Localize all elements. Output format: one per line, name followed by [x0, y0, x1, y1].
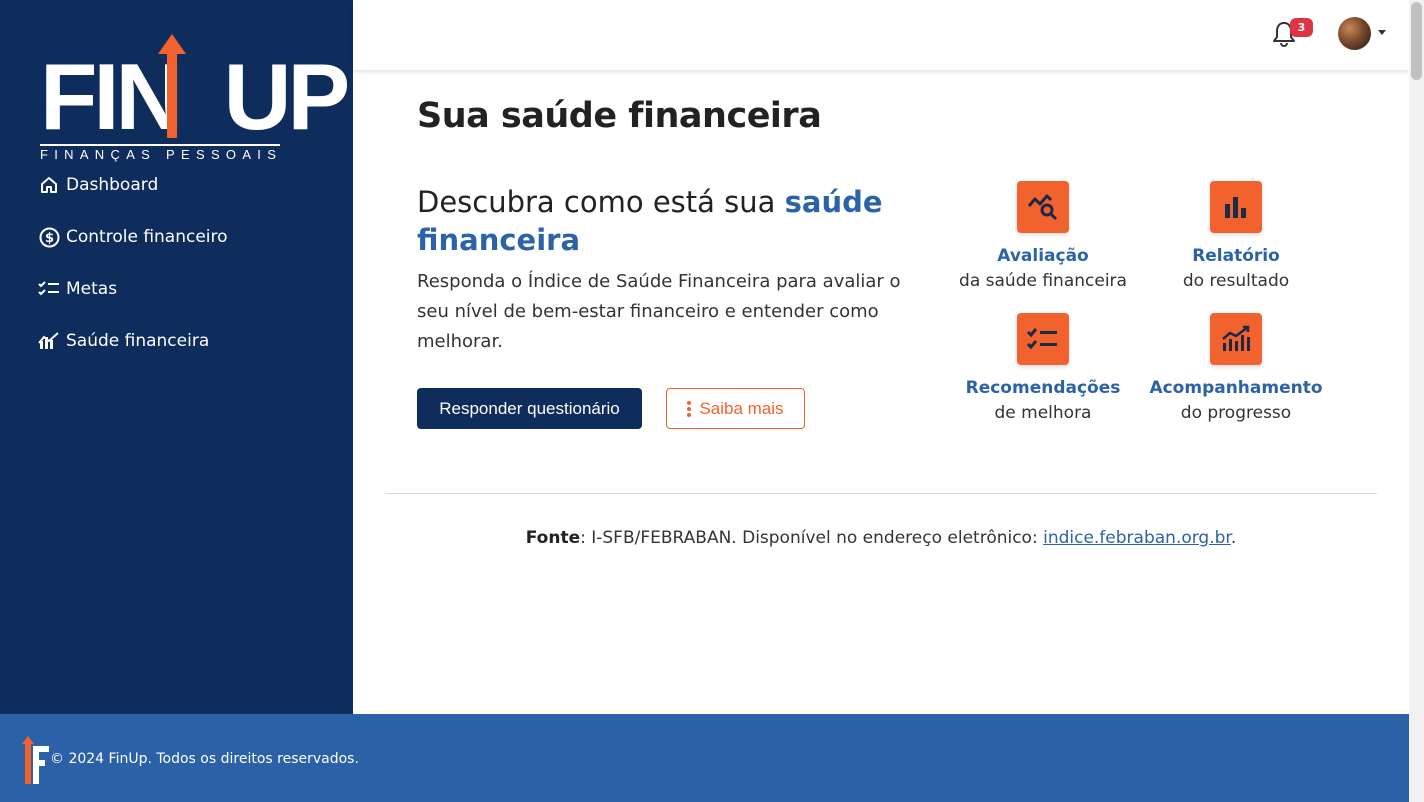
home-icon: [38, 174, 60, 196]
svg-text:$: $: [44, 231, 53, 246]
scrollbar[interactable]: [1409, 0, 1424, 802]
copyright-text: © 2024 FinUp. Todos os direitos reservad…: [50, 751, 359, 767]
chart-search-icon: [1017, 181, 1069, 233]
sidebar-item-label: Metas: [66, 279, 118, 299]
checklist-icon: [38, 278, 60, 300]
feature-subtitle: de melhora: [994, 403, 1092, 423]
learn-more-label: Saiba mais: [699, 398, 784, 418]
top-bar: 3: [353, 0, 1409, 70]
avatar[interactable]: [1338, 17, 1371, 50]
logo-arrow-icon: [158, 34, 186, 138]
notification-badge: 3: [1290, 18, 1313, 37]
sidebar-item-controle-financeiro[interactable]: $ Controle financeiro: [38, 222, 228, 252]
sidebar-item-label: Dashboard: [66, 175, 159, 195]
page-title: Sua saúde financeira: [417, 96, 822, 136]
feature-title: Acompanhamento: [1149, 378, 1323, 398]
source-link[interactable]: indice.febraban.org.br: [1043, 528, 1231, 548]
sidebar-nav: Dashboard $ Controle financeiro Metas Sa…: [38, 170, 228, 378]
feature-title: Avaliação: [997, 246, 1089, 266]
source-text: : I-SFB/FEBRABAN. Disponível no endereço…: [580, 528, 1044, 548]
sidebar-item-saude-financeira[interactable]: Saúde financeira: [38, 326, 228, 356]
sidebar: FIN UP FINANÇAS PESSOAIS Dashboard $ Con…: [0, 0, 353, 714]
checklist-icon: [1017, 313, 1069, 365]
health-chart-icon: [38, 330, 60, 352]
sidebar-item-label: Controle financeiro: [66, 227, 228, 247]
feature-subtitle: da saúde financeira: [959, 271, 1127, 291]
section-divider: [385, 493, 1377, 494]
learn-more-button[interactable]: Saiba mais: [666, 388, 805, 429]
source-label: Fonte: [525, 528, 581, 548]
feature-subtitle: do resultado: [1182, 271, 1290, 291]
answer-questionnaire-button[interactable]: Responder questionário: [417, 388, 642, 429]
finup-mini-logo-icon: [22, 736, 49, 784]
scrollbar-thumb[interactable]: [1411, 2, 1422, 80]
chevron-down-icon[interactable]: [1378, 30, 1386, 35]
feature-relatorio: Relatório do resultado: [1136, 181, 1336, 295]
description: Responda o Índice de Saúde Financeira pa…: [417, 271, 901, 352]
finup-logo[interactable]: FIN UP FINANÇAS PESSOAIS: [38, 32, 350, 162]
dollar-circle-icon: $: [38, 226, 60, 248]
sidebar-item-metas[interactable]: Metas: [38, 274, 228, 304]
bar-chart-icon: [1210, 181, 1262, 233]
sidebar-item-dashboard[interactable]: Dashboard: [38, 170, 228, 200]
source-end: .: [1230, 528, 1237, 548]
headline: Descubra como está sua saúde financeira: [417, 183, 917, 259]
feature-acompanhamento: Acompanhamento do progresso: [1136, 313, 1336, 427]
headline-prefix: Descubra como está sua: [417, 185, 785, 219]
source-note: Fonte: I-SFB/FEBRABAN. Disponível no end…: [385, 528, 1377, 548]
feature-subtitle: do progresso: [1180, 403, 1292, 423]
feature-title: Relatório: [1192, 246, 1280, 266]
footer: © 2024 FinUp. Todos os direitos reservad…: [0, 714, 1409, 802]
more-vertical-icon: [687, 400, 692, 417]
growth-chart-icon: [1210, 313, 1262, 365]
feature-avaliacao: Avaliação da saúde financeira: [943, 181, 1143, 295]
logo-tagline: FINANÇAS PESSOAIS: [40, 144, 280, 162]
feature-title: Recomendações: [965, 378, 1121, 398]
feature-recomendacoes: Recomendações de melhora: [943, 313, 1143, 427]
logo-wordmark: FIN UP: [40, 44, 350, 149]
sidebar-item-label: Saúde financeira: [66, 331, 210, 351]
